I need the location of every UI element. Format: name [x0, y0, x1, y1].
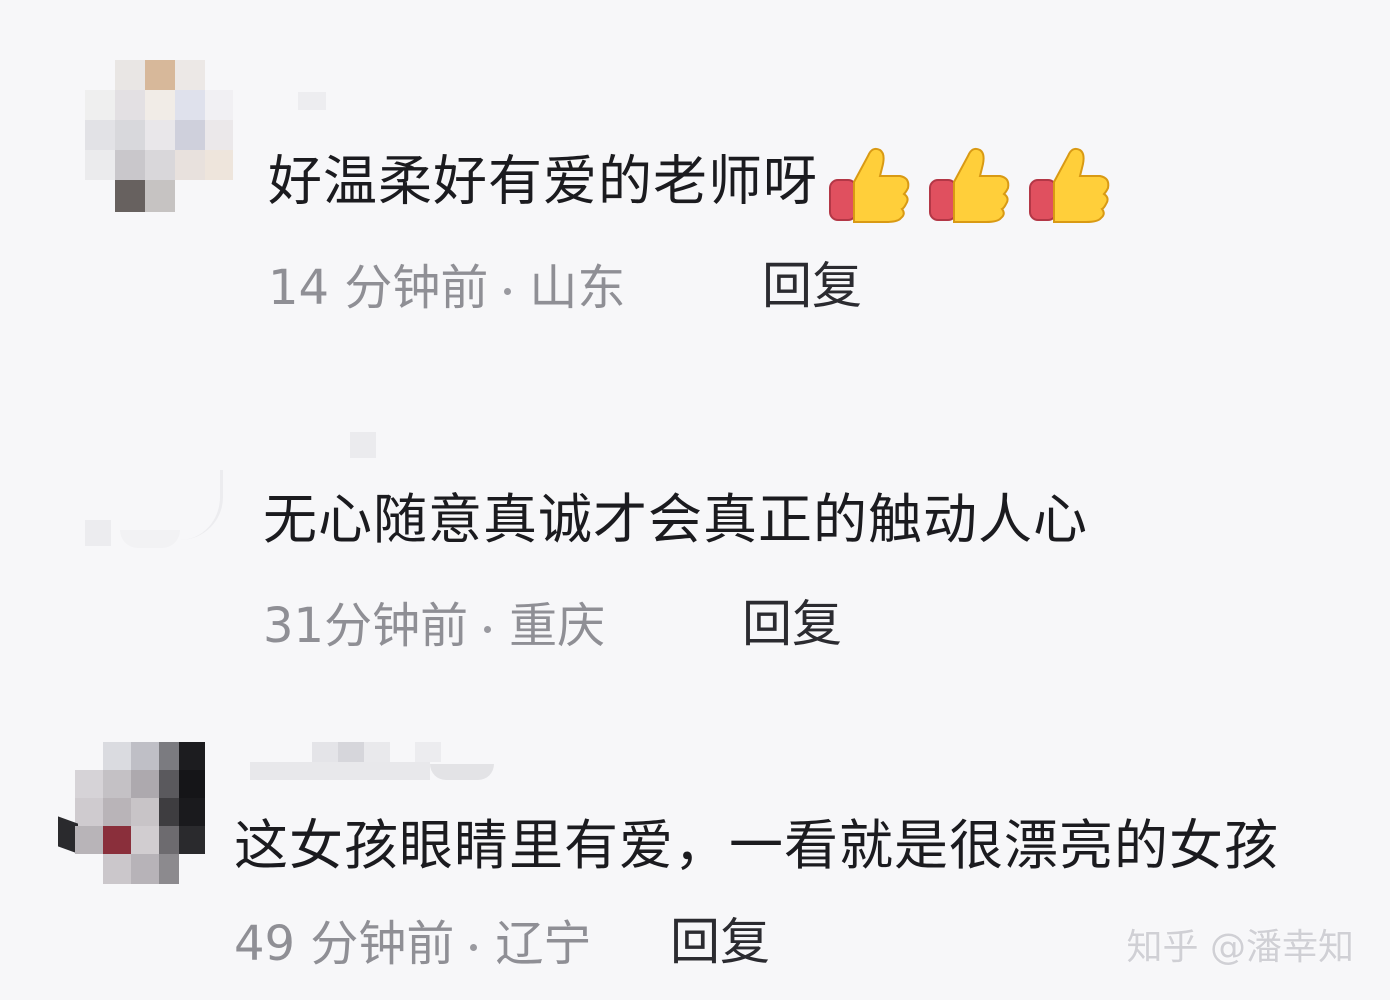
- avatar-pixel: [145, 150, 175, 180]
- username-pixel: [338, 742, 364, 762]
- avatar-pixel: [75, 826, 103, 854]
- username-pixel: [364, 742, 390, 762]
- reply-button[interactable]: 回复: [670, 914, 770, 970]
- thumbs-up-icon: [829, 147, 910, 223]
- avatar-pixel: [131, 854, 159, 884]
- avatar-pixel: [179, 798, 205, 826]
- comment-location: 山东: [529, 260, 626, 316]
- avatar-pixel: [159, 742, 179, 770]
- avatar-pixel: [115, 150, 145, 180]
- avatar-pixel: [58, 816, 78, 854]
- comment-location: 重庆: [509, 598, 606, 654]
- avatar-pixel: [175, 90, 205, 120]
- avatar-pixel: [131, 770, 159, 798]
- comment-meta: 49 分钟前 辽宁: [234, 916, 591, 972]
- username-pixel: [430, 764, 494, 780]
- comment-text: 这女孩眼睛里有爱，一看就是很漂亮的女孩: [234, 814, 1279, 877]
- avatar-pixel: [179, 770, 205, 798]
- thumbs-up-icon: [929, 147, 1010, 223]
- avatar-pixel: [85, 150, 115, 180]
- comment-time: 49 分钟前: [234, 916, 455, 972]
- avatar-pixel: [103, 742, 131, 770]
- avatar-pixel: [75, 770, 103, 798]
- avatar-pixel: [85, 120, 115, 150]
- avatar-pixel: [115, 180, 145, 212]
- reply-button[interactable]: 回复: [742, 596, 842, 652]
- avatar-pixel: [103, 770, 131, 798]
- avatar-pixel: [103, 826, 131, 854]
- username-blurred[interactable]: [298, 92, 326, 110]
- reply-button[interactable]: 回复: [762, 258, 862, 314]
- comment-meta: 31分钟前 重庆: [263, 598, 605, 654]
- username-pixel: [250, 762, 430, 780]
- avatar-pixel: [115, 120, 145, 150]
- avatar-pixel: [205, 150, 233, 180]
- avatar[interactable]: [80, 430, 230, 555]
- comment-meta: 14 分钟前 山东: [268, 260, 625, 316]
- avatar-pixel: [85, 90, 115, 120]
- username-pixel: [415, 742, 441, 762]
- avatar-pixel: [120, 530, 180, 548]
- avatar-pixel: [145, 90, 175, 120]
- comment-time: 31分钟前: [263, 598, 469, 654]
- emoji-group: [826, 142, 1112, 228]
- comment-time: 14 分钟前: [268, 260, 489, 316]
- comment-content: 好温柔好有爱的老师呀: [268, 149, 818, 213]
- avatar-pixel: [180, 470, 223, 540]
- avatar-pixel: [115, 90, 145, 120]
- avatar-pixel: [159, 770, 179, 798]
- avatar-pixel: [179, 742, 205, 770]
- avatar-pixel: [145, 120, 175, 150]
- separator-dot: [484, 625, 492, 633]
- separator-dot: [504, 287, 512, 295]
- avatar-pixel: [103, 854, 131, 884]
- avatar-pixel: [145, 60, 175, 90]
- avatar-pixel: [205, 120, 233, 150]
- avatar-pixel: [145, 180, 175, 212]
- avatar[interactable]: [58, 742, 208, 892]
- avatar-pixel: [159, 798, 179, 826]
- username-blurred[interactable]: [350, 432, 376, 458]
- avatar-pixel: [175, 150, 205, 180]
- avatar-pixel: [75, 798, 103, 826]
- avatar-pixel: [103, 798, 131, 826]
- avatar[interactable]: [80, 60, 235, 215]
- comment-item: 好温柔好有爱的老师呀 14 分钟前 山东 回复: [0, 0, 1390, 340]
- username-pixel: [312, 742, 338, 762]
- watermark: 知乎 @潘幸知: [1126, 927, 1354, 968]
- avatar-pixel: [85, 520, 111, 546]
- separator-dot: [470, 943, 478, 951]
- avatar-pixel: [175, 120, 205, 150]
- avatar-pixel: [175, 60, 205, 90]
- avatar-pixel: [159, 826, 179, 854]
- avatar-pixel: [131, 798, 159, 826]
- comment-location: 辽宁: [495, 916, 592, 972]
- avatar-pixel: [115, 60, 145, 90]
- avatar-pixel: [159, 854, 179, 884]
- avatar-pixel: [131, 826, 159, 854]
- avatar-pixel: [179, 826, 205, 854]
- username-blurred[interactable]: [250, 742, 495, 782]
- avatar-pixel: [131, 742, 159, 770]
- avatar-pixel: [205, 90, 233, 120]
- comment-text: 好温柔好有爱的老师呀: [268, 142, 1112, 228]
- comment-text: 无心随意真诚才会真正的触动人心: [263, 488, 1088, 551]
- thumbs-up-icon: [1029, 147, 1110, 223]
